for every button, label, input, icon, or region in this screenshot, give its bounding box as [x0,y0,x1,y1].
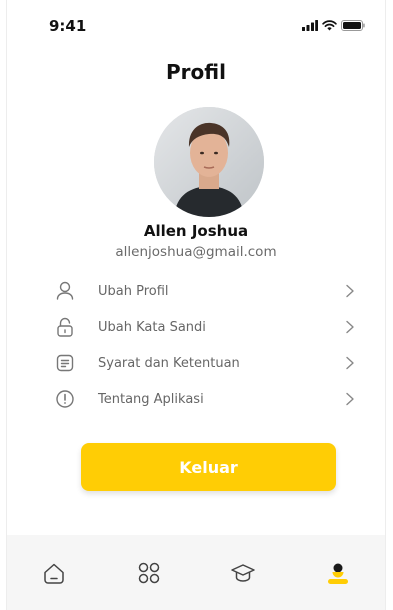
info-icon [56,390,74,408]
user-name: Allen Joshua [143,222,249,240]
profile-menu: Ubah Profil Ubah Kata Sandi Syarat dan K… [7,273,385,417]
logout-button[interactable]: Keluar [81,443,336,491]
tab-profile[interactable] [291,535,386,610]
menu-item-change-password[interactable]: Ubah Kata Sandi [7,309,385,345]
courses-icon [231,563,255,582]
chevron-right-icon [346,284,354,298]
menu-label: Ubah Kata Sandi [98,319,206,335]
avatar [154,107,264,217]
menu-item-about[interactable]: Tentang Aplikasi [7,381,385,417]
menu-label: Ubah Profil [98,283,169,299]
chevron-right-icon [346,392,354,406]
page-title: Profil [166,60,226,84]
status-bar: 9:41 [7,0,385,52]
tab-home[interactable] [7,535,102,610]
chevron-right-icon [346,356,354,370]
home-icon [44,563,64,584]
tab-categories[interactable] [102,535,197,610]
user-icon [56,281,74,300]
status-time: 9:41 [49,17,87,35]
user-email: allenjoshua@gmail.com [115,244,277,260]
profile-icon [327,563,348,584]
chevron-right-icon [346,320,354,334]
menu-item-edit-profile[interactable]: Ubah Profil [7,273,385,309]
bottom-nav [7,535,385,610]
battery-icon [341,20,365,31]
categories-icon [138,562,159,583]
menu-label: Tentang Aplikasi [98,391,204,407]
profile-screen: 9:41 Profil Allen Joshua allenjoshua@gma… [6,0,386,610]
status-icons [302,20,365,31]
wifi-icon [322,20,337,31]
lock-icon [57,317,73,337]
document-icon [56,354,74,372]
tab-courses[interactable] [196,535,291,610]
avatar-photo [154,107,264,217]
menu-item-terms[interactable]: Syarat dan Ketentuan [7,345,385,381]
menu-label: Syarat dan Ketentuan [98,355,240,371]
signal-icon [302,20,318,31]
